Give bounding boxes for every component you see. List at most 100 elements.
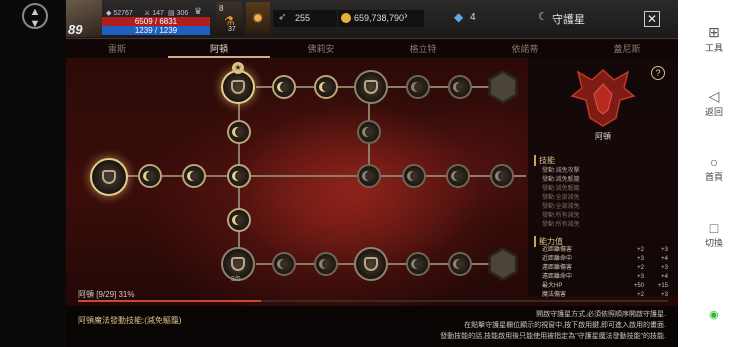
switch-button[interactable]: □ 切換	[678, 220, 750, 249]
skill-item: 發動:減免驅籠	[542, 186, 580, 192]
home-button[interactable]: ○ 首頁	[678, 154, 750, 183]
back-label: 返回	[704, 107, 723, 117]
left-system-bar: ▲ ▼	[0, 0, 66, 347]
stat-name: 近距離傷害	[542, 247, 573, 253]
silver-value: 255	[295, 13, 311, 23]
stat-a: ◆ 52767	[106, 10, 133, 17]
stat-value-a: +2	[637, 265, 644, 271]
stat-value-a: +3	[637, 256, 644, 262]
stat-name: 遠距離命中	[542, 274, 573, 280]
guardian-star-icon: ☾	[538, 11, 548, 23]
skill-item: 發動:全部減免	[542, 195, 580, 201]
stat-c: ▤ 306	[168, 10, 189, 17]
guardian-node[interactable]	[406, 75, 430, 99]
feather-icon: ➶	[278, 12, 287, 23]
tab-folian[interactable]: 佛莉安	[270, 40, 372, 58]
guardian-node[interactable]	[490, 164, 514, 188]
stat-value-b: +3	[661, 292, 668, 298]
stat-value-b: +15	[657, 283, 668, 289]
tab-gainisi[interactable]: 蓋尼斯	[576, 40, 678, 58]
progress-bar	[78, 300, 668, 302]
guardian-node[interactable]	[227, 164, 251, 188]
square-icon: □	[709, 220, 719, 236]
guardian-node[interactable]	[314, 75, 338, 99]
help-icon[interactable]: ?	[651, 66, 665, 80]
guardian-node[interactable]	[314, 252, 338, 276]
stat-value-a: +2	[637, 292, 644, 298]
instruction-line: 發動技能的話,技能啟用後只能使用被指定為"守護星魔法發動技能"的技能.	[440, 333, 666, 340]
stat-row: 最大HP +50 +15	[542, 282, 672, 291]
stat-c-value: 306	[176, 10, 189, 17]
tab-adun[interactable]: 阿頓	[168, 40, 270, 58]
guardian-node[interactable]	[357, 164, 381, 188]
stat-name: 最大HP	[542, 283, 563, 289]
gold-coin-icon	[341, 13, 351, 23]
tab-leis[interactable]: 雷斯	[66, 40, 168, 58]
buff-slot[interactable]: ✹	[246, 2, 270, 35]
skill-item: 發動:全部減免	[542, 204, 580, 210]
guardian-node-origin[interactable]	[90, 158, 128, 196]
instruction-line: 開啟守護星方式,必須依照順序開啟守護星.	[536, 311, 666, 318]
guardian-node-start[interactable]	[221, 70, 255, 104]
home-label: 首頁	[704, 172, 723, 182]
trophy-icon: ♛	[194, 6, 203, 16]
guardian-node[interactable]	[406, 252, 430, 276]
guardian-node-major[interactable]	[354, 247, 388, 281]
skill-item: 發動:所有減免	[542, 222, 580, 228]
guardian-node-major[interactable]	[354, 70, 388, 104]
stat-b-value: 147	[152, 10, 164, 17]
mp-bar: 1239 / 1239	[102, 26, 210, 35]
instructions: 開啟守護星方式,必須依照順序開啟守護星. 在點擊守護星欄位顯示的視窗中,按下啟用…	[396, 309, 666, 342]
wifi-icon: ◉	[709, 309, 719, 321]
tools-button[interactable]: ⊞ 工具	[678, 24, 750, 54]
stat-name: 近距離命中	[542, 256, 573, 262]
stat-name: 遠距離傷害	[542, 265, 573, 271]
stat-value-a: +50	[633, 283, 644, 289]
info-panel: ? 阿頓 技能 發動:減免攻擊 發動:減免驅籠 發動:減免驅籠 發動:全部減免 …	[528, 58, 678, 298]
chevron-up-down-icon[interactable]: ▲ ▼	[22, 3, 48, 30]
potion-count: 8	[219, 4, 224, 13]
guardian-node[interactable]	[227, 208, 251, 232]
guardian-node[interactable]	[227, 120, 251, 144]
guardian-node[interactable]	[138, 164, 162, 188]
stat-row: 近距離命中 +3 +4	[542, 255, 672, 264]
guardian-node[interactable]	[448, 252, 472, 276]
stat-value-b: +3	[661, 265, 668, 271]
switch-label: 切換	[704, 238, 723, 248]
guardian-node[interactable]	[272, 75, 296, 99]
progress-label: 阿頓 [9/29] 31%	[78, 290, 135, 299]
instruction-line: 在點擊守護星欄位顯示的視窗中,按下啟用鍵,即可進入啟用的畫面.	[464, 322, 666, 329]
guardian-node[interactable]	[182, 164, 206, 188]
stat-value-b: +3	[661, 247, 668, 253]
close-button[interactable]: ✕	[644, 11, 660, 27]
tab-yinuodi[interactable]: 依諾蒂	[474, 40, 576, 58]
stat-value-a: +2	[637, 247, 644, 253]
guardian-node[interactable]	[446, 164, 470, 188]
close-icon: ✕	[646, 12, 658, 26]
chevron-right-icon[interactable]: ›	[404, 10, 408, 22]
grid-icon: ⊞	[708, 24, 720, 40]
stat-row: 遠距離傷害 +2 +3	[542, 264, 672, 273]
stat-row: 近距離傷害 +2 +3	[542, 246, 672, 255]
skill-item: 發動:減免驅籠	[542, 177, 580, 183]
stat-row: 魔法傷害 +2 +3	[542, 291, 672, 300]
potion-count-2: 37	[228, 26, 236, 33]
guardian-node[interactable]	[448, 75, 472, 99]
potion-slot[interactable]: 8 ⚗ 37	[216, 2, 242, 35]
guardian-node[interactable]	[357, 120, 381, 144]
back-triangle-icon: ◁	[708, 88, 720, 104]
tab-gelite[interactable]: 格立特	[372, 40, 474, 58]
flame-icon: ✹	[252, 10, 264, 26]
home-circle-icon: ○	[709, 154, 719, 170]
guardian-node[interactable]	[272, 252, 296, 276]
star-icon: ★	[232, 62, 244, 74]
hp-bar: 6509 / 6831	[102, 17, 210, 26]
stat-value-a: +3	[637, 274, 644, 280]
character-level: 89	[68, 22, 83, 37]
panel-title: 守護星	[552, 14, 585, 26]
back-button[interactable]: ◁ 返回	[678, 88, 750, 118]
tab-bar: 雷斯 阿頓 佛莉安 格立特 依諾蒂 蓋尼斯	[66, 40, 678, 58]
progress-fill	[78, 300, 261, 302]
stat-a-value: 52767	[113, 10, 133, 17]
guardian-node[interactable]	[402, 164, 426, 188]
